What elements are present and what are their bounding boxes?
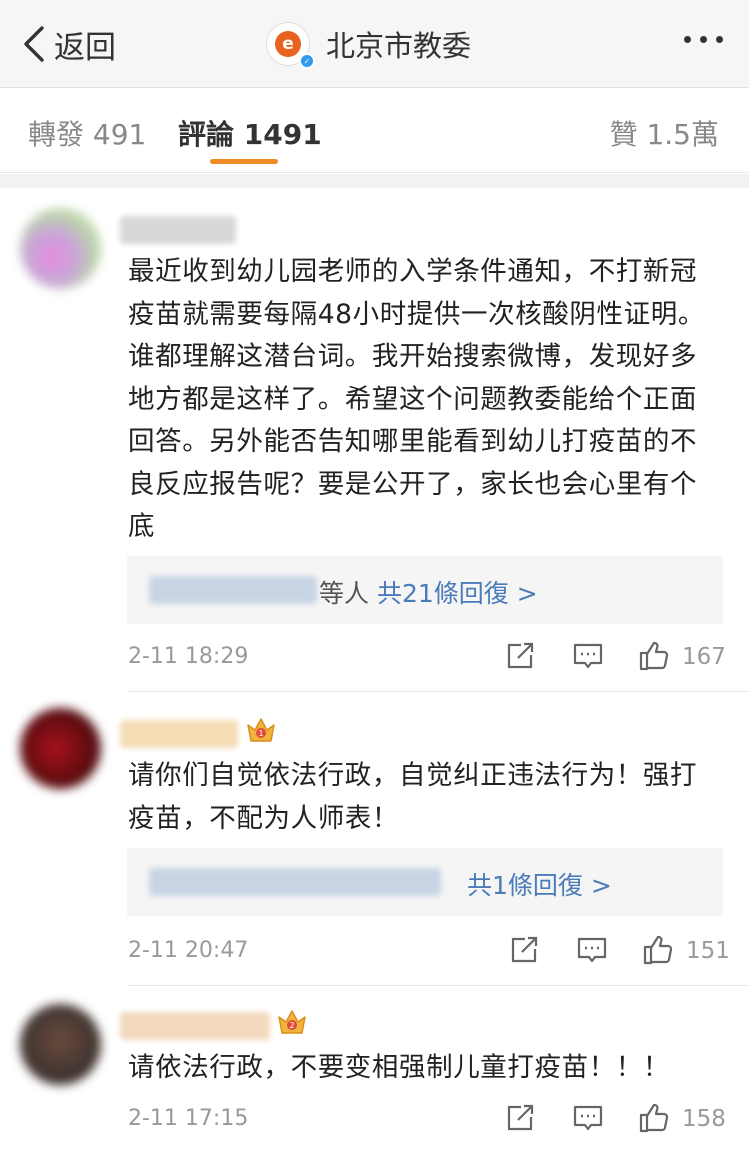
reply-count-link[interactable]: 共1條回復 >: [467, 871, 612, 900]
comment-button[interactable]: [572, 640, 604, 676]
tab-bar: 轉發 491 評論 1491 贊 1.5萬: [0, 89, 749, 173]
share-button[interactable]: [504, 1102, 536, 1138]
share-button[interactable]: [508, 934, 540, 970]
username-redacted[interactable]: [120, 720, 238, 748]
reply-preview[interactable]: 共1條回復 >: [127, 848, 723, 916]
avatar[interactable]: [20, 708, 101, 789]
crown-badge-icon: 2: [278, 1010, 306, 1034]
share-icon: [507, 642, 534, 669]
active-tab-indicator: [210, 159, 278, 164]
more-dot-icon: [684, 36, 691, 43]
crown-badge-icon: 1: [247, 718, 275, 742]
more-button[interactable]: [684, 36, 723, 43]
comment-meta: 2-11 20:47 151: [128, 934, 730, 970]
comment-icon: [573, 1105, 603, 1131]
account-logo[interactable]: e ✓: [266, 22, 315, 69]
education-logo-icon: e: [275, 31, 301, 57]
share-button[interactable]: [504, 640, 536, 676]
comment-text: 请你们自觉依法行政，自觉纠正违法行为！强打疫苗，不配为人师表！: [128, 760, 698, 834]
comment-meta: 2-11 18:29 167: [128, 640, 726, 676]
avatar[interactable]: [20, 208, 101, 289]
comment-item: 2 请依法行政，不要变相强制儿童打疫苗！！！ 2-11 17:15 158: [0, 986, 749, 1159]
account-header[interactable]: e ✓ 北京市教委: [266, 18, 471, 70]
comment-time: 2-11 17:15: [128, 1106, 249, 1131]
page-title: 北京市教委: [326, 29, 472, 63]
verified-badge-icon: ✓: [299, 53, 315, 69]
like-button[interactable]: [638, 1102, 670, 1138]
replier-names-redacted: [149, 576, 317, 604]
like-button[interactable]: [638, 640, 670, 676]
reply-count-link[interactable]: 共21條回復 >: [377, 579, 538, 608]
chevron-left-icon: [24, 26, 44, 62]
like-count: 151: [686, 938, 730, 964]
like-button[interactable]: [642, 934, 674, 970]
thumbs-up-icon: [639, 1103, 669, 1133]
thumbs-up-icon: [639, 641, 669, 671]
comment-button[interactable]: [572, 1102, 604, 1138]
comment-time: 2-11 18:29: [128, 644, 249, 669]
section-divider: [0, 174, 749, 188]
comment-item: 最近收到幼儿园老师的入学条件通知，不打新冠疫苗就需要每隔48小时提供一次核酸阴性…: [0, 188, 749, 688]
back-label: 返回: [54, 29, 116, 66]
reply-preview[interactable]: 等人 共21條回復 >: [127, 556, 723, 624]
thumbs-up-icon: [643, 935, 673, 965]
username-redacted[interactable]: [120, 1012, 270, 1040]
svg-text:1: 1: [258, 729, 263, 738]
navigation-bar: 返回 e ✓ 北京市教委: [0, 0, 749, 88]
like-count: 167: [682, 644, 726, 670]
back-button[interactable]: 返回: [18, 22, 116, 66]
comment-text: 请依法行政，不要变相强制儿童打疫苗！！！: [128, 1052, 670, 1083]
comment-icon: [573, 643, 603, 669]
replier-names-redacted: [149, 868, 441, 896]
svg-text:2: 2: [289, 1021, 294, 1030]
tab-likes[interactable]: 贊 1.5萬: [610, 113, 719, 153]
comment-icon: [577, 937, 607, 963]
username-redacted[interactable]: [120, 216, 236, 244]
avatar[interactable]: [20, 1004, 101, 1085]
share-icon: [511, 936, 538, 963]
like-count: 158: [682, 1106, 726, 1132]
tab-reposts[interactable]: 轉發 491: [28, 113, 146, 153]
comment-item: 1 请你们自觉依法行政，自觉纠正违法行为！强打疫苗，不配为人师表！ 共1條回復 …: [0, 692, 749, 984]
comment-time: 2-11 20:47: [128, 938, 249, 963]
tab-comments[interactable]: 評論 1491: [178, 113, 322, 153]
share-icon: [507, 1104, 534, 1131]
more-dot-icon: [700, 36, 707, 43]
comment-text: 最近收到幼儿园老师的入学条件通知，不打新冠疫苗就需要每隔48小时提供一次核酸阴性…: [128, 256, 705, 542]
reply-suffix: 等人: [319, 579, 370, 608]
more-dot-icon: [716, 36, 723, 43]
comment-button[interactable]: [576, 934, 608, 970]
comment-meta: 2-11 17:15 158: [128, 1102, 726, 1138]
